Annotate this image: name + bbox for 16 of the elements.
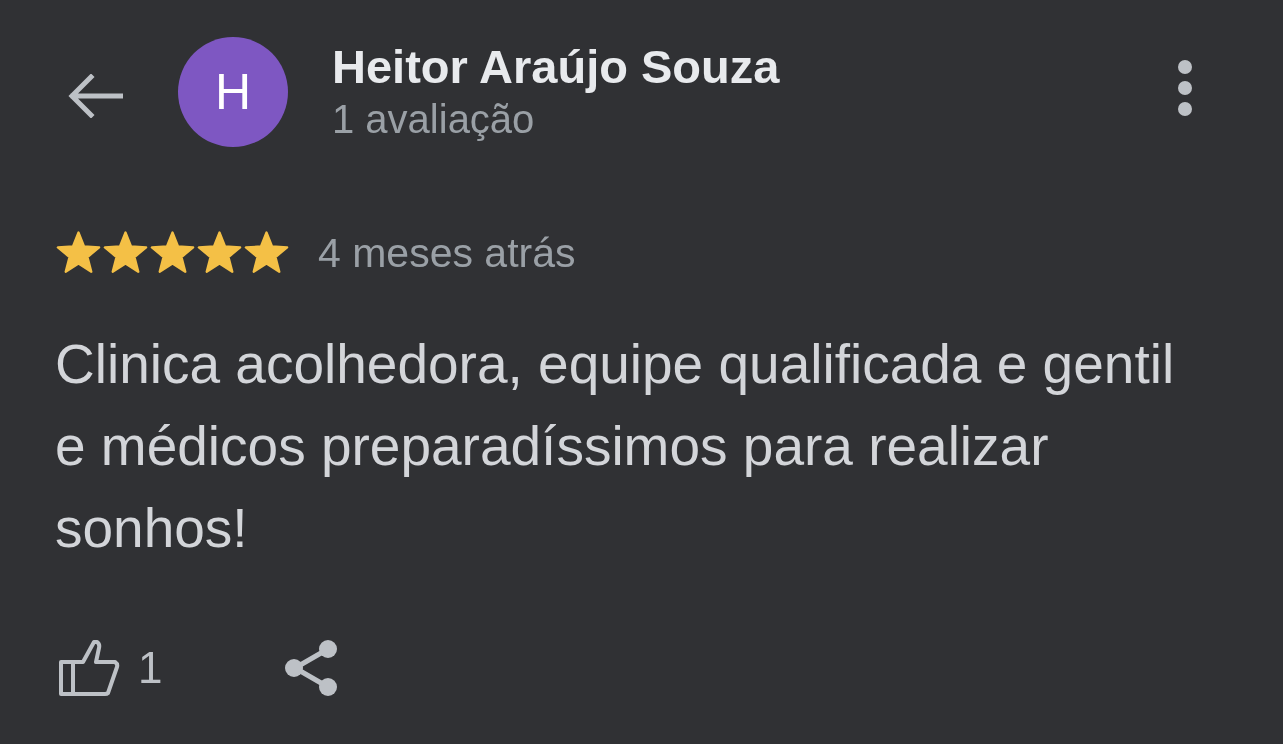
back-arrow-icon — [67, 74, 123, 118]
review-time: 4 meses atrás — [318, 229, 576, 277]
star-icon — [102, 231, 149, 275]
avatar: H — [178, 37, 288, 147]
reviewer-name: Heitor Araújo Souza — [332, 39, 780, 95]
like-button[interactable]: 1 — [58, 637, 163, 699]
more-vertical-icon — [1177, 60, 1193, 116]
review-count: 1 avaliação — [332, 96, 535, 143]
thumbs-up-icon — [58, 638, 120, 698]
share-icon — [284, 639, 339, 697]
share-button[interactable] — [284, 637, 339, 699]
star-icon — [196, 231, 243, 275]
star-icon — [149, 231, 196, 275]
star-icon — [55, 231, 102, 275]
review-text: Clinica acolhedora, equipe qualificada e gentil e médicos preparadíssimos para realizar sonhos! — [55, 332, 1176, 561]
star-icon — [243, 231, 290, 275]
